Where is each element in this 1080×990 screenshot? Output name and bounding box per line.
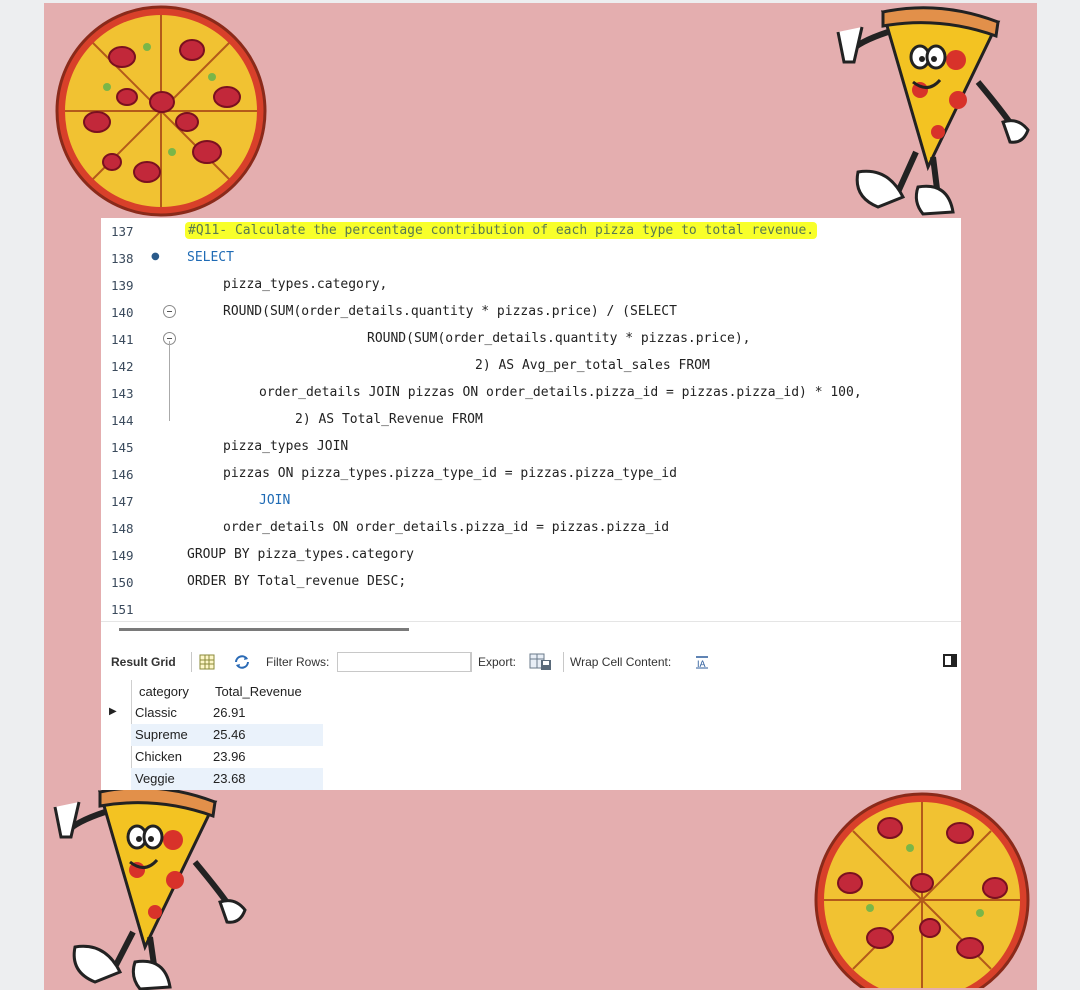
code-text: order_details ON order_details.pizza_id … [223, 520, 670, 535]
line-number: 137 [111, 224, 134, 239]
code-text: 2) AS Avg_per_total_sales FROM [475, 358, 710, 373]
cell-category[interactable]: Chicken [135, 749, 182, 764]
line-number: 142 [111, 359, 134, 374]
horizontal-scrollbar[interactable] [119, 628, 409, 631]
code-text: pizza_types JOIN [223, 439, 349, 454]
pizza-whole-icon [55, 5, 267, 217]
maximize-icon[interactable] [943, 654, 957, 667]
table-row[interactable]: Supreme 25.46 [101, 724, 323, 746]
line-number: 140 [111, 305, 134, 320]
line-number: 143 [111, 386, 134, 401]
row-pointer-icon: ▶ [109, 706, 117, 717]
code-line-137: 137 #Q11- Calculate the percentage contr… [101, 220, 961, 247]
cell-category[interactable]: Supreme [135, 727, 188, 742]
column-header[interactable]: Total_Revenue [215, 684, 302, 699]
export-label: Export: [478, 655, 517, 669]
code-line-143: 143 order_details JOIN pizzas ON order_d… [101, 382, 961, 409]
line-number: 141 [111, 332, 134, 347]
code-line-139: 139 pizza_types.category, [101, 274, 961, 301]
column-header[interactable]: category [139, 684, 189, 699]
table-row[interactable]: Chicken 23.96 [101, 746, 323, 768]
code-line-147: 147 JOIN [101, 490, 961, 517]
comment-text: #Q11- Calculate the percentage contribut… [185, 222, 818, 239]
code-line-140: 140 ROUND(SUM(order_details.quantity * p… [101, 301, 961, 328]
code-text: 2) AS Total_Revenue FROM [295, 412, 483, 427]
code-text: SELECT [187, 250, 234, 265]
code-text: pizza_types.category, [223, 277, 388, 292]
cell-category[interactable]: Classic [135, 705, 177, 720]
table-row[interactable]: Veggie 23.68 [101, 768, 323, 790]
code-text: JOIN [259, 493, 291, 508]
line-number: 139 [111, 278, 134, 293]
code-text: ORDER BY Total_revenue DESC; [187, 574, 407, 589]
code-line-141: 141 ROUND(SUM(order_details.quantity * p… [101, 328, 961, 355]
toolbar-separator [191, 652, 192, 672]
filter-rows-input[interactable] [337, 652, 471, 672]
code-line-144: 144 2) AS Total_Revenue FROM [101, 409, 961, 436]
code-text: order_details JOIN pizzas ON order_detai… [259, 385, 862, 400]
line-number: 150 [111, 575, 134, 590]
statement-marker-icon: ● [151, 251, 160, 262]
filter-rows-label: Filter Rows: [266, 655, 330, 669]
fold-toggle-icon[interactable] [163, 305, 176, 318]
comment-line: #Q11- Calculate the percentage contribut… [185, 222, 818, 239]
cell-total-revenue[interactable]: 25.46 [213, 727, 246, 742]
cell-total-revenue[interactable]: 23.96 [213, 749, 246, 764]
grid-layout-icon[interactable] [199, 654, 215, 670]
code-line-148: 148 order_details ON order_details.pizza… [101, 517, 961, 544]
code-text: ROUND(SUM(order_details.quantity * pizza… [367, 331, 751, 346]
toolbar-separator [471, 652, 472, 672]
line-number: 147 [111, 494, 134, 509]
cell-category[interactable]: Veggie [135, 771, 175, 786]
code-line-142: 142 2) AS Avg_per_total_sales FROM [101, 355, 961, 382]
line-number: 145 [111, 440, 134, 455]
pizza-slice-character-icon [53, 786, 247, 990]
result-grid: category Total_Revenue ▶ Classic 26.91 S… [101, 680, 323, 790]
code-line-150: 150 ORDER BY Total_revenue DESC; [101, 571, 961, 598]
line-number: 148 [111, 521, 134, 536]
line-number: 149 [111, 548, 134, 563]
code-text: ROUND(SUM(order_details.quantity * pizza… [223, 304, 677, 319]
export-icon[interactable] [529, 653, 553, 671]
code-line-145: 145 pizza_types JOIN [101, 436, 961, 463]
pizza-slice-character-icon [836, 6, 1030, 216]
code-line-138: 138 ● SELECT [101, 247, 961, 274]
filter-refresh-icon[interactable] [233, 654, 251, 670]
cell-total-revenue[interactable]: 23.68 [213, 771, 246, 786]
cell-total-revenue[interactable]: 26.91 [213, 705, 246, 720]
line-number: 138 [111, 251, 134, 266]
wrap-text-icon[interactable]: IA [695, 655, 709, 669]
code-text: pizzas ON pizza_types.pizza_type_id = pi… [223, 466, 677, 481]
code-text: GROUP BY pizza_types.category [187, 547, 414, 562]
pizza-whole-icon [814, 792, 1030, 988]
wrap-cell-label: Wrap Cell Content: [570, 655, 672, 669]
editor-divider [101, 621, 961, 622]
line-number: 151 [111, 602, 134, 617]
result-toolbar: Result Grid Filter Rows: Export: Wrap Ce… [101, 650, 961, 674]
code-line-149: 149 GROUP BY pizza_types.category [101, 544, 961, 571]
code-line-146: 146 pizzas ON pizza_types.pizza_type_id … [101, 463, 961, 490]
screenshot-panel: 137 #Q11- Calculate the percentage contr… [101, 218, 961, 790]
fold-guide-line [169, 341, 170, 421]
toolbar-separator [563, 652, 564, 672]
line-number: 144 [111, 413, 134, 428]
line-number: 146 [111, 467, 134, 482]
result-grid-tab[interactable]: Result Grid [111, 655, 176, 669]
table-row[interactable]: ▶ Classic 26.91 [101, 702, 323, 724]
grid-header-row: category Total_Revenue [101, 680, 323, 702]
